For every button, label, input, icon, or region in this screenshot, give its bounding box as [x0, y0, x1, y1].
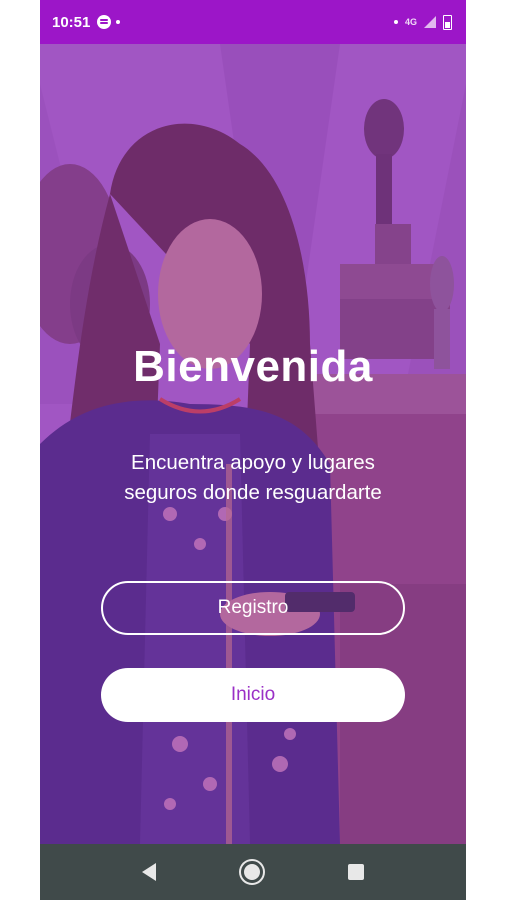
back-icon[interactable]	[142, 863, 157, 881]
notification-dot-icon	[116, 20, 121, 24]
subtitle-line-2: seguros donde resguardarte	[124, 481, 382, 504]
login-button-label: Inicio	[230, 684, 276, 705]
welcome-subtitle: Encuentra apoyo y lugares seguros donde …	[70, 448, 436, 508]
home-icon[interactable]	[240, 861, 263, 883]
phone-screen: 10:51 4G Bienvenida Encuentra apoyo y lu…	[40, 0, 466, 900]
signal-icon	[424, 16, 436, 28]
hero-background: Bienvenida Encuentra apoyo y lugares seg…	[40, 44, 466, 844]
subtitle-line-1: Encuentra apoyo y lugares	[131, 451, 375, 474]
notification-dot-icon	[393, 20, 398, 24]
spotify-icon	[97, 15, 112, 29]
purple-overlay	[40, 44, 466, 844]
status-time: 10:51	[52, 13, 91, 31]
status-bar: 10:51 4G	[40, 0, 466, 44]
welcome-title: Bienvenida	[133, 342, 373, 391]
register-button-label: Registro	[217, 597, 289, 618]
battery-icon	[443, 14, 452, 30]
recents-icon[interactable]	[347, 864, 364, 880]
status-icons: 4G	[389, 14, 452, 30]
network-type: 4G	[404, 17, 417, 27]
navigation-bar	[40, 844, 466, 900]
login-button[interactable]: Inicio	[101, 668, 405, 722]
register-button[interactable]: Registro	[101, 581, 405, 635]
